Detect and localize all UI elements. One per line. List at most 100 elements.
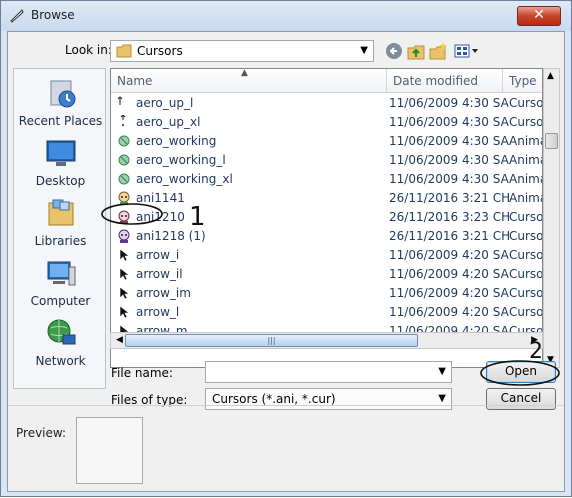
folder-icon bbox=[116, 44, 132, 58]
file-row[interactable]: aero_working_l 11/06/2009 4:30 SA Animat bbox=[111, 151, 542, 170]
place-computer[interactable]: Computer bbox=[14, 257, 107, 308]
file-list[interactable]: ▲ Name Date modified Type aero_up_l 11/0… bbox=[110, 68, 543, 368]
file-type: Cursor bbox=[509, 248, 543, 262]
place-network[interactable]: Network bbox=[14, 317, 107, 368]
file-date: 26/11/2016 3:23 CH bbox=[389, 210, 511, 224]
file-type: Animat bbox=[509, 134, 542, 148]
preview-pane bbox=[76, 417, 143, 484]
file-date: 26/11/2016 3:21 CH bbox=[389, 229, 511, 243]
file-date: 11/06/2009 4:20 SA bbox=[389, 305, 509, 319]
file-name: aero_working bbox=[136, 134, 217, 148]
file-name: ani1141 bbox=[136, 191, 185, 205]
column-header-type[interactable]: Type bbox=[503, 69, 542, 93]
file-name: ani1218 (1) bbox=[136, 229, 206, 243]
file-row[interactable]: ani1210 26/11/2016 3:23 CH Cursor bbox=[111, 208, 543, 227]
vertical-scrollbar[interactable]: ▲ ▼ bbox=[543, 68, 560, 368]
file-type: Cursor bbox=[509, 96, 543, 110]
cancel-button[interactable]: Cancel bbox=[486, 388, 556, 410]
column-header-label: Type bbox=[509, 74, 537, 88]
file-name-label: File name: bbox=[111, 366, 173, 380]
file-row[interactable]: aero_working 11/06/2009 4:30 SA Animat bbox=[111, 132, 542, 151]
column-header-date[interactable]: Date modified bbox=[387, 69, 503, 93]
file-type-value: Cursors (*.ani, *.cur) bbox=[212, 392, 336, 406]
view-menu-icon[interactable] bbox=[453, 41, 481, 61]
place-label: Computer bbox=[30, 294, 91, 308]
anime-cursor-icon bbox=[118, 191, 130, 205]
file-row[interactable]: aero_up_xl 11/06/2009 4:30 SA Cursor bbox=[111, 113, 543, 132]
file-type-dropdown[interactable]: Cursors (*.ani, *.cur) ▼ bbox=[205, 388, 452, 410]
scroll-up-icon[interactable]: ▲ bbox=[547, 71, 554, 81]
file-row[interactable]: arrow_i 11/06/2009 4:20 SA Cursor bbox=[111, 246, 543, 265]
file-name: arrow_il bbox=[136, 267, 183, 281]
preview-label: Preview: bbox=[16, 426, 67, 440]
vertical-scroll-thumb[interactable] bbox=[545, 133, 558, 149]
browse-dialog: Browse ✕ Look in: Cursors ▼ Recent Place… bbox=[0, 0, 572, 497]
anime-cursor-icon bbox=[118, 229, 130, 243]
recent-places-icon bbox=[50, 80, 75, 108]
back-icon[interactable] bbox=[384, 41, 404, 61]
file-type: Cursor bbox=[509, 210, 543, 224]
close-icon: ✕ bbox=[533, 7, 545, 23]
libraries-icon bbox=[48, 199, 73, 226]
file-date: 11/06/2009 4:20 SA bbox=[389, 267, 509, 281]
place-desktop[interactable]: Desktop bbox=[14, 137, 107, 188]
network-icon bbox=[47, 319, 75, 345]
close-button[interactable]: ✕ bbox=[517, 6, 561, 26]
look-in-dropdown[interactable]: Cursors ▼ bbox=[110, 40, 374, 62]
file-type: Animat bbox=[509, 172, 542, 186]
file-date: 11/06/2009 4:30 SA bbox=[389, 172, 509, 186]
file-name: arrow_l bbox=[136, 305, 180, 319]
file-type: Cursor bbox=[509, 305, 543, 319]
dialog-body: Look in: Cursors ▼ Recent Places Desktop… bbox=[7, 31, 565, 492]
place-libraries[interactable]: Libraries bbox=[14, 197, 107, 248]
file-name-combo[interactable]: ▼ bbox=[205, 361, 452, 383]
scroll-right-icon[interactable]: ▶ bbox=[531, 335, 538, 345]
chevron-down-icon: ▼ bbox=[438, 393, 446, 404]
file-name: aero_up_l bbox=[136, 96, 194, 110]
file-row[interactable]: aero_up_l 11/06/2009 4:30 SA Cursor bbox=[111, 94, 543, 113]
browse-pointer-icon bbox=[10, 9, 24, 23]
sort-ascending-icon: ▲ bbox=[241, 68, 248, 78]
computer-icon bbox=[47, 261, 75, 286]
open-button[interactable]: Open bbox=[486, 361, 556, 383]
file-date: 11/06/2009 4:30 SA bbox=[389, 96, 509, 110]
chevron-down-icon[interactable]: ▼ bbox=[438, 366, 446, 377]
file-date: 26/11/2016 3:21 CH bbox=[389, 191, 511, 205]
file-row[interactable]: aero_working_xl 11/06/2009 4:30 SA Anima… bbox=[111, 170, 542, 189]
title-bar: Browse ✕ bbox=[1, 1, 571, 31]
new-folder-icon[interactable] bbox=[428, 41, 448, 61]
file-name: arrow_i bbox=[136, 248, 180, 262]
file-type: Cursor bbox=[509, 286, 543, 300]
place-recent-places[interactable]: Recent Places bbox=[14, 77, 107, 128]
file-name: aero_up_xl bbox=[136, 115, 201, 129]
scroll-left-icon[interactable]: ◀ bbox=[116, 335, 123, 345]
file-type: Cursor bbox=[509, 267, 543, 281]
file-row[interactable]: arrow_im 11/06/2009 4:20 SA Cursor bbox=[111, 284, 543, 303]
file-type: Animat bbox=[509, 153, 542, 167]
file-row[interactable]: ani1141 26/11/2016 3:21 CH Animat bbox=[111, 189, 542, 208]
arrow-cursor-icon bbox=[119, 286, 130, 300]
cursor-file-icon bbox=[120, 115, 126, 126]
animated-cursor-icon bbox=[118, 135, 130, 147]
horizontal-scrollbar[interactable]: ◀ ||| ▶ bbox=[110, 332, 543, 349]
file-type: Cursor bbox=[509, 115, 543, 129]
divider bbox=[8, 405, 564, 406]
horizontal-scroll-thumb[interactable]: ||| bbox=[125, 334, 418, 347]
arrow-cursor-icon bbox=[119, 267, 130, 281]
file-date: 11/06/2009 4:20 SA bbox=[389, 286, 509, 300]
animated-cursor-icon bbox=[118, 173, 130, 185]
up-folder-icon[interactable] bbox=[406, 41, 426, 61]
desktop-icon bbox=[46, 140, 75, 166]
file-row[interactable]: ani1218 (1) 26/11/2016 3:21 CH Cursor bbox=[111, 227, 542, 246]
column-header-name[interactable]: ▲ Name bbox=[111, 69, 387, 93]
look-in-label: Look in: bbox=[65, 43, 112, 57]
places-bar: Recent Places Desktop Libraries Computer… bbox=[13, 68, 106, 389]
arrow-cursor-icon bbox=[119, 248, 130, 262]
place-label: Recent Places bbox=[18, 114, 103, 128]
file-row[interactable]: arrow_il 11/06/2009 4:20 SA Cursor bbox=[111, 265, 543, 284]
file-type: Animat bbox=[509, 191, 542, 205]
file-date: 11/06/2009 4:30 SA bbox=[389, 134, 509, 148]
file-row[interactable]: arrow_l 11/06/2009 4:20 SA Cursor bbox=[111, 303, 543, 322]
file-date: 11/06/2009 4:30 SA bbox=[389, 153, 509, 167]
open-button-label: Open bbox=[504, 364, 538, 378]
